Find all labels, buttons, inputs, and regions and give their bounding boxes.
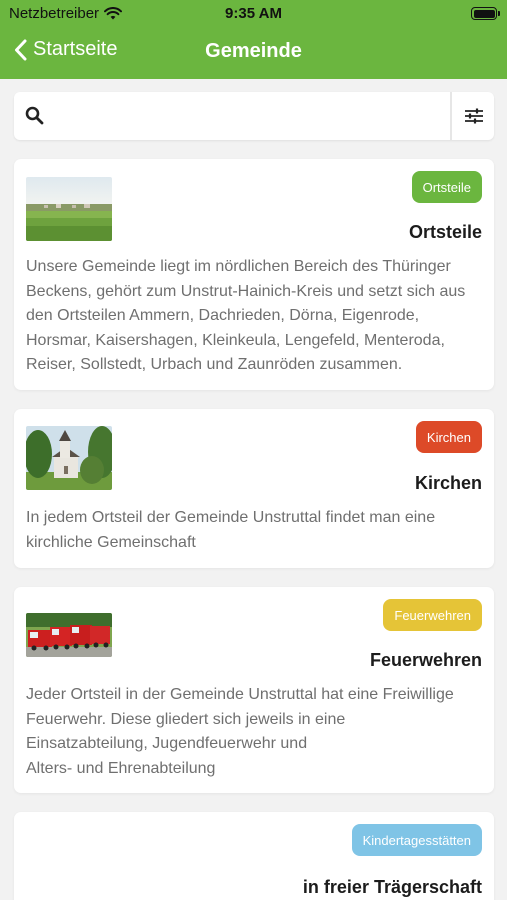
description-line: Alters- und Ehrenabteilung [26,759,216,777]
search-icon [25,106,44,125]
description-line: Feuerwehr. Diese gliedert sich jeweils i… [26,710,346,728]
filter-button[interactable] [454,92,494,140]
card-description: In jedem Ortsteil der Gemeinde Unstrutta… [26,509,436,551]
description-line: Jeder Ortsteil in der Gemeinde Unstrutta… [26,686,454,703]
kirchen-thumbnail [26,426,112,490]
search-divider [450,92,452,140]
card-feuerwehren[interactable]: Feuerwehren Feuerwehren Jeder Ortsteil i… [14,587,494,793]
category-badge[interactable]: Kirchen [415,421,482,453]
card-title: Kirchen [414,473,482,493]
card-title: Feuerwehren [369,650,482,670]
battery-icon [471,7,500,20]
card-title: in freier Trägerschaft [302,877,482,897]
category-badge[interactable]: Kindertagesstätten [351,824,482,856]
navigation-bar: Startseite Gemeinde [0,28,507,79]
card-description: Unsere Gemeinde liegt im nördlichen Bere… [26,258,466,373]
search-bar [14,92,494,140]
category-badge[interactable]: Ortsteile [411,171,482,203]
search-input[interactable] [58,100,438,132]
category-badge[interactable]: Feuerwehren [383,599,482,631]
feuerwehren-thumbnail [26,613,112,657]
card-title: Ortsteile [408,222,482,242]
card-ortsteile[interactable]: Ortsteile Ortsteile Unsere Gemeinde lieg… [14,159,494,390]
description-line: Einsatzabteilung, Jugendfeuerwehr und [26,735,308,752]
status-bar: Netzbetreiber 9:35 AM [0,0,507,28]
page-title: Gemeinde [205,40,302,62]
header-bar: Netzbetreiber 9:35 AM Startseite Gemeind… [0,0,507,79]
clock: 9:35 AM [225,5,282,22]
card-kirchen[interactable]: Kirchen Kirchen In jedem Ortsteil der Ge… [14,409,494,568]
card-kindertagesstaetten[interactable]: Kindertagesstätten in freier Trägerschaf… [14,812,494,900]
ortsteile-thumbnail [26,177,112,241]
card-description: Jeder Ortsteil in der Gemeinde Unstrutta… [26,683,482,781]
sliders-icon [465,108,483,124]
